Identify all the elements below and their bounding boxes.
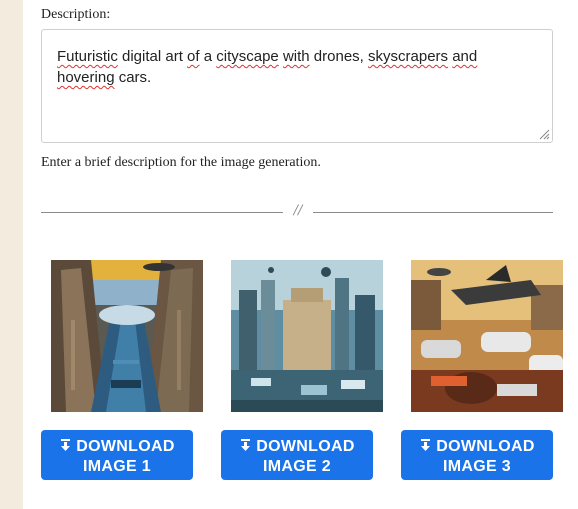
section-divider: // [41, 203, 553, 218]
generated-image-card-3 [411, 260, 563, 412]
description-word: digital art [117, 48, 188, 65]
download-button-line1: DOWNLOAD [436, 438, 535, 455]
download-image-1-button[interactable]: DOWNLOAD IMAGE 1 [41, 430, 193, 480]
description-text: Futuristic digital art of a cityscape wi… [57, 46, 534, 88]
description-label: Description: [41, 7, 111, 22]
generator-panel: Description: Futuristic digital art of a… [23, 0, 578, 509]
description-textarea[interactable]: Futuristic digital art of a cityscape wi… [41, 29, 553, 143]
download-button-line1: DOWNLOAD [76, 438, 175, 455]
download-icon [61, 439, 71, 451]
generated-image-3 [411, 260, 563, 412]
download-icon [421, 439, 431, 451]
divider-line [41, 212, 283, 213]
description-word: skyscrapers [368, 48, 449, 65]
description-word: cityscape [216, 48, 279, 65]
download-button-line2: IMAGE 3 [443, 458, 511, 475]
divider-mark: // [293, 203, 303, 218]
description-word: drones, [309, 48, 369, 65]
download-icon [241, 439, 251, 451]
description-word: with [282, 48, 310, 65]
download-image-2-button[interactable]: DOWNLOAD IMAGE 2 [221, 430, 373, 480]
description-word: and [452, 48, 478, 65]
generated-image-card-2 [231, 260, 383, 412]
description-word: cars. [114, 69, 152, 86]
generated-image-card-1 [51, 260, 203, 412]
download-button-line2: IMAGE 2 [263, 458, 331, 475]
description-word: of [187, 48, 200, 65]
resize-handle-icon[interactable] [538, 128, 550, 140]
description-word: a [199, 48, 217, 65]
divider-line [313, 212, 553, 213]
download-button-line1: DOWNLOAD [256, 438, 355, 455]
generated-image-2 [231, 260, 383, 412]
description-word: Futuristic [57, 48, 118, 65]
description-hint: Enter a brief description for the image … [41, 155, 321, 170]
download-button-line2: IMAGE 1 [83, 458, 151, 475]
description-word: hovering [57, 69, 115, 86]
generated-image-1 [51, 260, 203, 412]
download-image-3-button[interactable]: DOWNLOAD IMAGE 3 [401, 430, 553, 480]
